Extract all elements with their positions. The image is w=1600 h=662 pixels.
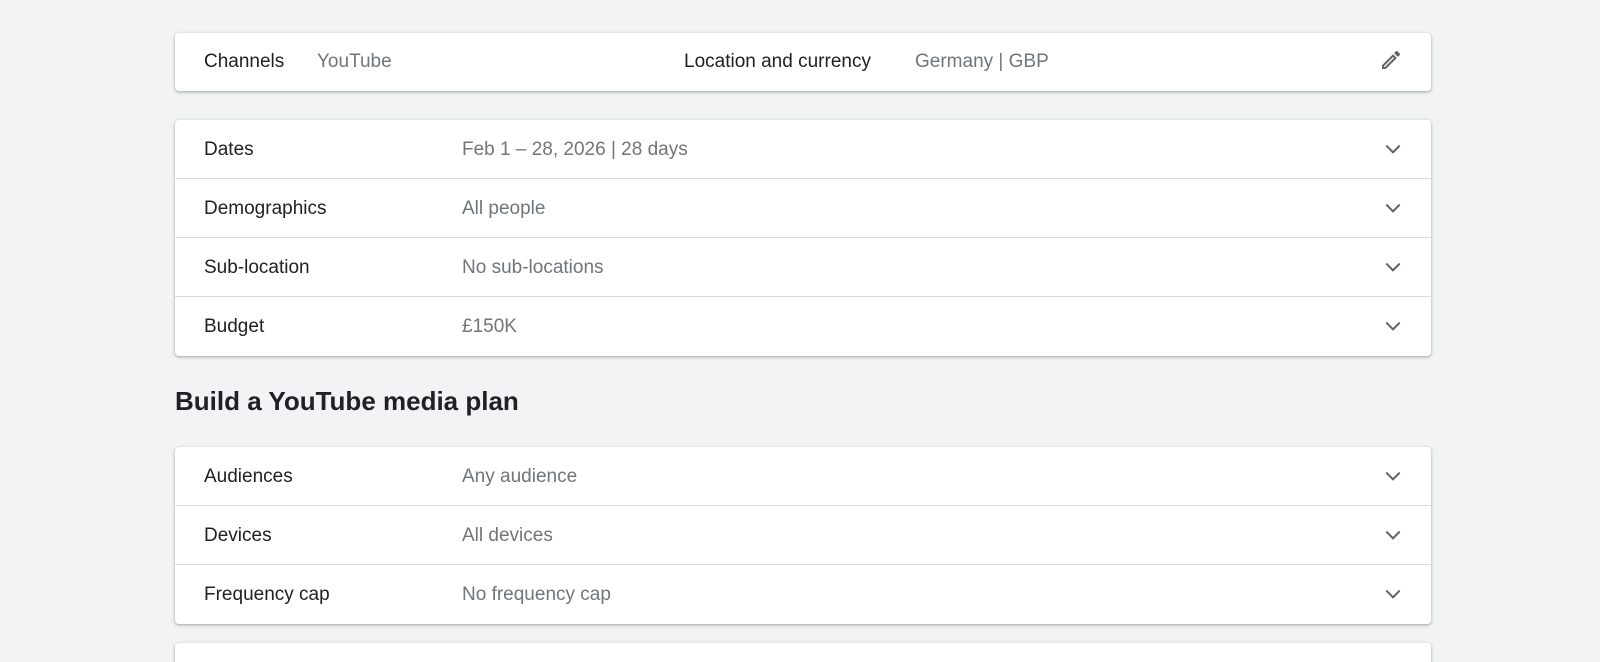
row-label: Frequency cap	[204, 584, 330, 605]
row-value: No frequency cap	[462, 584, 611, 605]
row-value: £150K	[462, 316, 517, 337]
summary-row: Channels YouTube Location and currency G…	[175, 33, 1431, 91]
settings-row-demographics[interactable]: Demographics All people	[175, 179, 1431, 238]
settings-row-sub-location[interactable]: Sub-location No sub-locations	[175, 238, 1431, 297]
chevron-down-icon[interactable]	[1381, 255, 1405, 279]
plan-summary-card: Channels YouTube Location and currency G…	[175, 33, 1431, 91]
next-card-partial	[175, 643, 1431, 662]
plan-settings-card: Dates Feb 1 – 28, 2026 | 28 days Demogra…	[175, 120, 1431, 356]
row-label: Sub-location	[204, 257, 310, 278]
row-value: All people	[462, 198, 546, 219]
row-value: All devices	[462, 525, 553, 546]
chevron-down-icon[interactable]	[1381, 464, 1405, 488]
chevron-down-icon[interactable]	[1381, 137, 1405, 161]
settings-row-budget[interactable]: Budget £150K	[175, 297, 1431, 356]
plan-row-devices[interactable]: Devices All devices	[175, 506, 1431, 565]
pencil-icon	[1379, 48, 1403, 77]
location-currency-value: Germany | GBP	[915, 51, 1049, 72]
chevron-down-icon[interactable]	[1381, 582, 1405, 606]
chevron-down-icon[interactable]	[1381, 196, 1405, 220]
chevron-down-icon[interactable]	[1381, 314, 1405, 338]
channels-label: Channels	[204, 51, 285, 72]
row-value: Feb 1 – 28, 2026 | 28 days	[462, 139, 688, 160]
plan-row-audiences[interactable]: Audiences Any audience	[175, 447, 1431, 506]
plan-row-frequency-cap[interactable]: Frequency cap No frequency cap	[175, 565, 1431, 624]
row-label: Dates	[204, 139, 254, 160]
row-value: No sub-locations	[462, 257, 604, 278]
row-label: Devices	[204, 525, 272, 546]
chevron-down-icon[interactable]	[1381, 523, 1405, 547]
row-label: Demographics	[204, 198, 327, 219]
edit-summary-button[interactable]	[1377, 48, 1405, 76]
page: Channels YouTube Location and currency G…	[0, 0, 1600, 662]
row-label: Audiences	[204, 466, 293, 487]
settings-row-dates[interactable]: Dates Feb 1 – 28, 2026 | 28 days	[175, 120, 1431, 179]
channels-value: YouTube	[317, 51, 392, 72]
row-label: Budget	[204, 316, 265, 337]
row-value: Any audience	[462, 466, 578, 487]
media-plan-card: Audiences Any audience Devices All devic…	[175, 447, 1431, 624]
section-title: Build a YouTube media plan	[175, 386, 519, 416]
location-currency-label: Location and currency	[684, 51, 871, 72]
